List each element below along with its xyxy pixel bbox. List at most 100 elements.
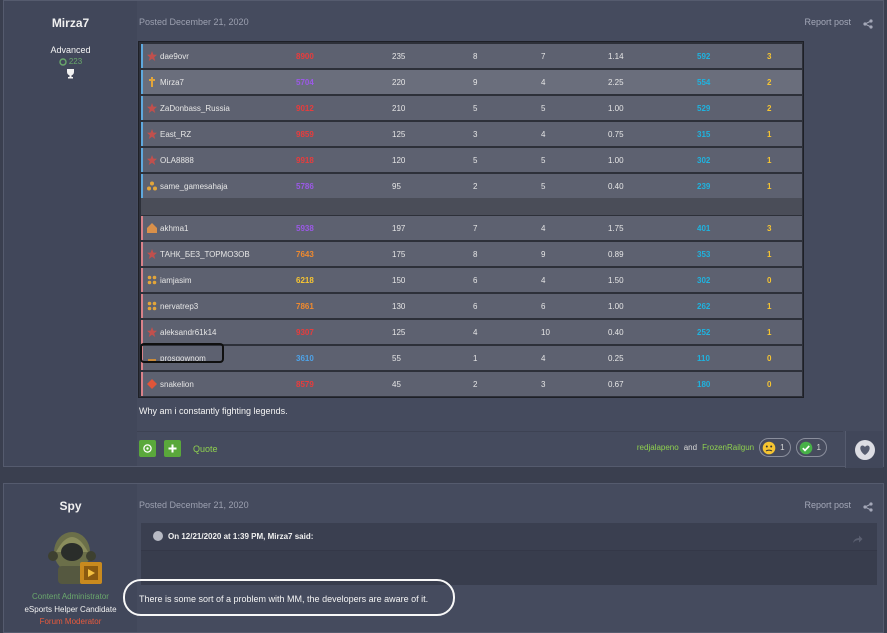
post-date[interactable]: Posted December 21, 2020: [139, 500, 249, 510]
stat-kd: 0.40: [608, 328, 624, 337]
quote-link[interactable]: Quote: [193, 444, 218, 454]
stat-b: 5: [473, 104, 478, 113]
like-button[interactable]: [845, 431, 883, 468]
player-name: akhma1: [160, 224, 189, 233]
confused-face-icon: [762, 441, 776, 454]
stat-elo: 9859: [296, 130, 314, 139]
rank-icon: [146, 102, 158, 114]
stat-kd: 1.50: [608, 276, 624, 285]
stat-kd: 1.14: [608, 52, 624, 61]
share-icon[interactable]: [863, 16, 873, 34]
scoreboard-row: OLA8888 9918 120 5 5 1.00 302 1: [141, 148, 802, 172]
divider: [137, 431, 843, 432]
scoreboard-image: dae9ovr 8900 235 8 7 1.14 592 3 Mirza7 5704 220 9 4 2…: [138, 41, 804, 398]
stat-kd: 1.00: [608, 104, 624, 113]
stat-a: 235: [392, 52, 406, 61]
check-icon: [799, 441, 812, 454]
stat-score: 592: [697, 52, 711, 61]
share-arrow-icon[interactable]: [852, 531, 863, 549]
rank-icon: [146, 378, 158, 390]
stat-kd: 2.25: [608, 78, 624, 87]
stat-score: 302: [697, 156, 711, 165]
player-name: ТАНК_БЕЗ_ТОРМОЗОВ: [160, 250, 250, 259]
reputation-icon: [59, 57, 67, 66]
stat-b: 6: [473, 302, 478, 311]
rank-icon: [146, 300, 158, 312]
post-actions: Quote: [139, 440, 218, 457]
stat-pts: 0: [767, 354, 772, 363]
stat-kd: 1.00: [608, 156, 624, 165]
team-color-bar: [141, 70, 143, 94]
rank-icon: [146, 76, 158, 88]
stat-kd: 0.40: [608, 182, 624, 191]
stat-c: 4: [541, 276, 546, 285]
stat-c: 6: [541, 302, 546, 311]
rank-icon: [146, 50, 158, 62]
stat-c: 4: [541, 354, 546, 363]
author-name[interactable]: Spy: [4, 499, 137, 513]
reputation: 223: [4, 57, 137, 66]
stat-score: 302: [697, 276, 711, 285]
stat-kd: 0.25: [608, 354, 624, 363]
scoreboard-row: nervatrep3 7861 130 6 6 1.00 262 1: [141, 294, 802, 318]
trophy-icon[interactable]: [4, 68, 137, 79]
plus-icon: [168, 444, 177, 453]
scoreboard-row: snakelion 8579 45 2 3 0.67 180 0: [141, 372, 802, 396]
quote-citation[interactable]: On 12/21/2020 at 1:39 PM, Mirza7 said:: [168, 532, 313, 541]
report-post-link[interactable]: Report post: [804, 17, 851, 27]
stat-score: 180: [697, 380, 711, 389]
scoreboard-row: East_RZ 9859 125 3 4 0.75 315 1: [141, 122, 802, 146]
team-color-bar: [141, 320, 143, 344]
stat-pts: 1: [767, 250, 772, 259]
stat-c: 4: [541, 78, 546, 87]
stat-c: 10: [541, 328, 550, 337]
add-quote-button[interactable]: [164, 440, 181, 457]
rank-icon: [146, 274, 158, 286]
stat-c: 5: [541, 156, 546, 165]
stat-b: 8: [473, 52, 478, 61]
stat-score: 110: [697, 354, 710, 363]
stat-pts: 3: [767, 52, 772, 61]
reactor-link[interactable]: redjalapeno: [637, 443, 679, 452]
share-icon[interactable]: [863, 499, 873, 517]
player-name: same_gamesahaja: [160, 182, 228, 191]
stat-a: 175: [392, 250, 406, 259]
player-name: OLA8888: [160, 156, 194, 165]
stat-a: 220: [392, 78, 406, 87]
post-date[interactable]: Posted December 21, 2020: [139, 17, 249, 27]
stat-score: 529: [697, 104, 711, 113]
team-color-bar: [141, 294, 143, 318]
stat-pts: 3: [767, 224, 772, 233]
stat-pts: 0: [767, 276, 772, 285]
scoreboard-row: akhma1 5938 197 7 4 1.75 401 3: [141, 216, 802, 240]
stat-b: 1: [473, 354, 478, 363]
stat-elo: 8579: [296, 380, 314, 389]
reaction-confused[interactable]: 1: [759, 438, 791, 457]
stat-a: 45: [392, 380, 401, 389]
post-spy: Spy Content Administrator eSports Helper…: [3, 483, 884, 633]
author-name[interactable]: Mirza7: [4, 16, 137, 30]
stat-a: 120: [392, 156, 406, 165]
stat-elo: 9918: [296, 156, 314, 165]
stat-a: 150: [392, 276, 406, 285]
reactor-link[interactable]: FrozenRailgun: [702, 443, 754, 452]
stat-c: 3: [541, 380, 546, 389]
multiquote-button[interactable]: [139, 440, 156, 457]
stat-pts: 2: [767, 104, 772, 113]
report-post-link[interactable]: Report post: [804, 500, 851, 510]
rank-icon: [146, 222, 158, 234]
role-content-admin: Content Administrator: [32, 592, 109, 601]
scoreboard-row: prosgownom 3610 55 1 4 0.25 110 0: [141, 346, 802, 370]
player-name: East_RZ: [160, 130, 192, 139]
post-content: Posted December 21, 2020 Report post On …: [123, 484, 883, 632]
avatar[interactable]: [46, 522, 108, 588]
rank-icon: [146, 154, 158, 166]
team-color-bar: [141, 242, 143, 266]
reaction-check[interactable]: 1: [795, 438, 827, 457]
quote-header: On 12/21/2020 at 1:39 PM, Mirza7 said:: [141, 523, 877, 551]
stat-elo: 9012: [296, 104, 314, 113]
stat-kd: 1.75: [608, 224, 624, 233]
stat-b: 6: [473, 276, 478, 285]
stat-elo: 8900: [296, 52, 314, 61]
stat-score: 554: [697, 78, 711, 87]
